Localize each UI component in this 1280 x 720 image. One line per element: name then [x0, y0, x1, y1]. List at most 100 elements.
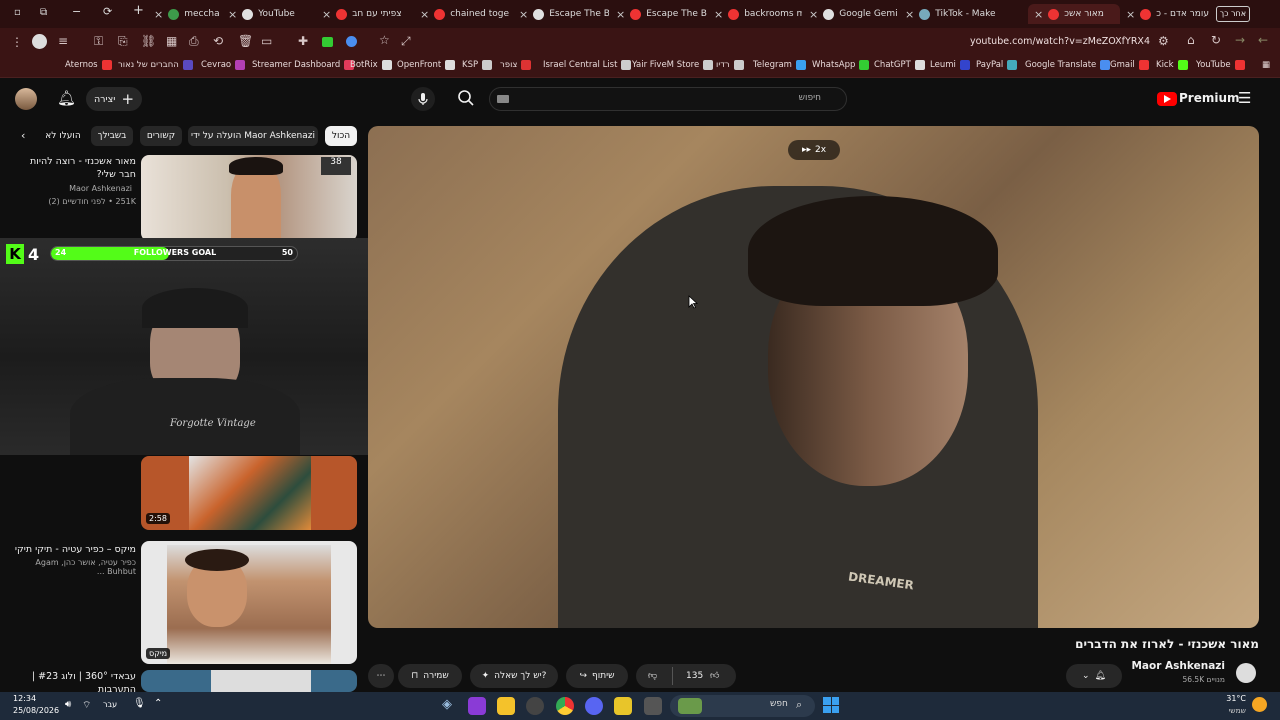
chips-prev-icon[interactable]: ‹	[21, 129, 25, 142]
bookmark-item[interactable]: BotRix	[350, 60, 392, 70]
extension-icon[interactable]: ⚿	[94, 34, 103, 49]
reload-icon[interactable]: ↻	[1211, 33, 1221, 47]
filter-chip[interactable]: הועלו לא	[45, 126, 81, 146]
file-explorer-icon[interactable]	[497, 697, 515, 715]
reading-list-icon[interactable]: ≡	[58, 34, 68, 48]
related-thumbnail-3[interactable]	[141, 541, 357, 664]
voice-search-button[interactable]	[411, 87, 435, 111]
close-tab-icon[interactable]: ×	[322, 8, 331, 21]
restore-icon[interactable]: ⟳	[103, 5, 112, 18]
bookmark-item[interactable]: רדיו	[716, 60, 744, 70]
bookmark-item[interactable]: OpenFront	[397, 60, 456, 70]
browser-tab[interactable]: × עומר אדם - כ	[1126, 4, 1210, 24]
ask-button[interactable]: ✦ יש לך שאלה?	[470, 664, 558, 688]
bookmark-item[interactable]: WhatsApp	[812, 60, 870, 70]
chrome-icon[interactable]	[556, 697, 574, 715]
browser-tab[interactable]: × Escape The B	[616, 4, 708, 24]
dislike-icon[interactable]: 👎︎	[648, 671, 657, 681]
bookmark-item[interactable]: PayPal	[976, 60, 1018, 70]
related-channel-1[interactable]: Maor Ashkenazi	[30, 184, 132, 193]
create-button[interactable]: יצירה +	[86, 87, 142, 111]
related-thumbnail-2[interactable]	[141, 456, 357, 530]
bookmark-item[interactable]: Cevrao	[201, 60, 246, 70]
menu-dots-icon[interactable]: ⋮	[11, 35, 23, 49]
bookmark-item[interactable]: YouTube	[1196, 60, 1245, 70]
clipboard-icon[interactable]: ⎘	[118, 34, 128, 49]
clock-time[interactable]: 12:34	[13, 694, 36, 703]
bookmark-item[interactable]: החברים של נאור	[118, 60, 193, 70]
bookmark-item[interactable]: Yair FiveM Store	[632, 60, 714, 70]
minimize-icon[interactable]: −	[72, 5, 81, 18]
more-actions-button[interactable]: ⋯	[368, 664, 394, 688]
close-tab-icon[interactable]: ×	[519, 8, 528, 21]
subscribed-button[interactable]: ⌄ 🔔︎	[1066, 664, 1122, 688]
bookmark-item[interactable]: Aternos	[65, 60, 112, 70]
app-icon-dark[interactable]	[526, 697, 544, 715]
browser-tab[interactable]: × צפיתי עם חב	[322, 4, 412, 24]
related-title-1[interactable]: מאור אשכנזי - רוצה להיות חבר שלי?	[14, 155, 136, 181]
share-button[interactable]: ↪ שיתוף	[566, 664, 628, 688]
tab-search-icon[interactable]: ⧉	[40, 7, 47, 18]
screenshot-icon[interactable]: ⤢	[401, 34, 411, 49]
link-icon[interactable]: ⛓	[141, 34, 156, 48]
filter-chip[interactable]: הכול	[325, 126, 357, 146]
avatar[interactable]	[15, 88, 37, 110]
microphone-tray-icon[interactable]: 🎙︎	[133, 698, 146, 709]
input-language[interactable]: עבר	[103, 700, 117, 709]
task-view-icon[interactable]	[644, 697, 662, 715]
bookmark-item[interactable]: Leumi	[930, 60, 970, 70]
close-tab-icon[interactable]: ×	[420, 8, 429, 21]
close-tab-icon[interactable]: ×	[1034, 8, 1043, 21]
filter-chip[interactable]: בשבילך	[91, 126, 133, 146]
app-icon-purple[interactable]	[468, 697, 486, 715]
bookmark-item[interactable]: צופר	[500, 60, 532, 70]
bookmark-item[interactable]: Telegram	[753, 60, 806, 70]
like-count[interactable]: 135	[686, 671, 703, 681]
save-button[interactable]: ⊓ שמירה	[398, 664, 462, 688]
all-bookmarks-icon[interactable]: ▦	[1262, 60, 1270, 70]
browser-tab[interactable]: × Google Gemi	[809, 4, 899, 24]
clock-date[interactable]: 25/08/2026	[13, 706, 59, 715]
keyboard-icon[interactable]	[497, 95, 509, 103]
app-icon-yellow[interactable]	[614, 697, 632, 715]
profile-icon[interactable]	[32, 34, 47, 49]
close-tab-icon[interactable]: ×	[1126, 8, 1135, 21]
star-icon[interactable]: ☆	[379, 33, 390, 47]
bookmark-item[interactable]: Israel Central List	[543, 60, 632, 70]
browser-tab[interactable]: × chained toge	[420, 4, 512, 24]
close-tab-icon[interactable]: ×	[714, 8, 723, 21]
search-input[interactable]: חיפוש	[489, 87, 847, 111]
close-tab-icon[interactable]: ×	[616, 8, 625, 21]
youtube-logo-icon[interactable]	[1157, 92, 1177, 106]
url-bar[interactable]: youtube.com/watch?v=zMeZOXfYRX4	[960, 36, 1150, 47]
like-icon[interactable]: 👍︎	[710, 671, 719, 681]
window-menu-icon[interactable]: ▫	[14, 7, 21, 18]
card-icon[interactable]: ▭	[261, 34, 272, 48]
related-thumbnail-1[interactable]: 38	[141, 155, 357, 241]
close-tab-icon[interactable]: ×	[905, 8, 914, 21]
sync-icon[interactable]: ⟲	[213, 34, 223, 48]
green-extension-icon[interactable]	[322, 37, 333, 47]
volume-icon[interactable]: 🔊︎	[65, 699, 71, 710]
guide-menu-icon[interactable]: ☰	[1238, 89, 1251, 107]
filter-chip[interactable]: קשורים	[140, 126, 182, 146]
taskbar-search[interactable]: חפש ⌕	[670, 695, 815, 717]
weather-temp[interactable]: 31°C	[1200, 694, 1246, 703]
related-title-3[interactable]: מיקס – כפיר עטיה - תיקי תיקי	[14, 543, 136, 556]
forward-icon[interactable]: →	[1235, 33, 1245, 47]
browser-tab[interactable]: × מאור אשכ	[1028, 4, 1120, 24]
discord-icon[interactable]	[585, 697, 603, 715]
browser-tab[interactable]: × meccha cham	[154, 4, 222, 24]
search-button[interactable]	[457, 89, 475, 111]
trash-icon[interactable]: 🗑	[238, 34, 253, 48]
blue-extension-icon[interactable]	[346, 36, 357, 47]
bookmark-item[interactable]: Streamer Dashboard	[252, 60, 355, 70]
grid-icon[interactable]: ▦	[166, 34, 177, 48]
weather-condition[interactable]: שמשי	[1200, 706, 1246, 715]
steam-icon[interactable]: ◈	[438, 697, 456, 715]
browser-tab[interactable]: × TikTok - Make	[905, 4, 1017, 24]
later-button[interactable]: אחר כך	[1216, 6, 1250, 22]
youtube-logo-text[interactable]: Premium	[1179, 91, 1240, 105]
browser-tab[interactable]: × YouTube	[228, 4, 316, 24]
channel-avatar[interactable]	[1236, 663, 1256, 683]
